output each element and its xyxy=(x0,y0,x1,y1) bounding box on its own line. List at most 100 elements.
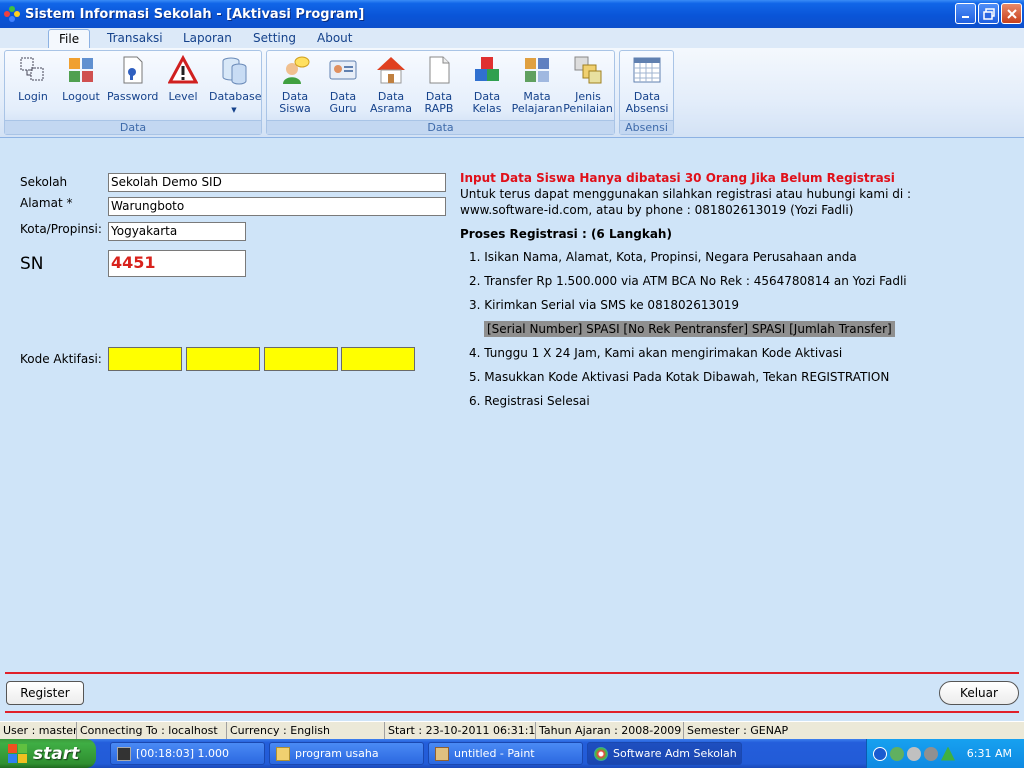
house-icon xyxy=(376,55,406,85)
chevron-left-icon[interactable] xyxy=(873,746,887,761)
step-6: 6. Registrasi Selesai xyxy=(469,394,590,408)
restore-button[interactable] xyxy=(978,3,999,24)
jenis-penilaian-line2: Penilaian xyxy=(563,102,613,115)
data-asrama-button[interactable]: Data Asrama xyxy=(367,55,415,115)
data-absensi-button[interactable]: Data Absensi xyxy=(625,55,669,115)
alamat-input[interactable]: Warungboto xyxy=(108,197,446,216)
login-icon xyxy=(18,55,48,85)
restore-icon xyxy=(982,7,995,20)
minimize-button[interactable] xyxy=(955,3,976,24)
login-button[interactable]: Login xyxy=(13,55,53,103)
tab-about[interactable]: About xyxy=(307,29,362,48)
kode-aktifasi-input-1[interactable] xyxy=(108,347,182,371)
ribbon-group-label: Data xyxy=(5,120,261,134)
contact-line-1: Untuk terus dapat menggunakan silahkan r… xyxy=(460,187,912,201)
close-button[interactable] xyxy=(1001,3,1022,24)
status-bar: User : master Connecting To : localhost … xyxy=(0,721,1024,740)
taskbar-item-label: Software Adm Sekolah xyxy=(613,747,737,760)
ribbon-group-data-system: Login Logout Password Level Database ▼ D… xyxy=(4,50,262,135)
ribbon-tab-strip: File Transaksi Laporan Setting About xyxy=(0,28,1024,48)
ribbon-group-label: Absensi xyxy=(620,120,673,134)
status-start: Start : 23-10-2011 06:31:18 xyxy=(385,722,536,740)
registration-info: Input Data Siswa Hanya dibatasi 30 Orang… xyxy=(460,170,1000,242)
folder-icon xyxy=(276,746,290,761)
teacher-card-icon xyxy=(328,55,358,85)
kode-aktifasi-label: Kode Aktifasi: xyxy=(20,352,102,366)
kota-label: Kota/Propinsi: xyxy=(20,222,102,236)
register-button[interactable]: Register xyxy=(6,681,84,705)
data-rapb-line2: RAPB xyxy=(424,102,454,115)
data-siswa-line2: Siswa xyxy=(279,102,311,115)
data-rapb-button[interactable]: Data RAPB xyxy=(419,55,459,115)
app-icon xyxy=(594,746,608,761)
data-guru-button[interactable]: Data Guru xyxy=(321,55,365,115)
taskbar-item-label: [00:18:03] 1.000 xyxy=(136,747,229,760)
kode-aktifasi-input-2[interactable] xyxy=(186,347,260,371)
close-icon xyxy=(1006,8,1017,19)
network-icon[interactable] xyxy=(890,746,904,761)
triangle-icon[interactable] xyxy=(941,746,955,761)
data-guru-line2: Guru xyxy=(329,102,357,115)
ribbon-group-absensi: Data Absensi Absensi xyxy=(619,50,674,135)
window-title: Sistem Informasi Sekolah - [Aktivasi Pro… xyxy=(25,6,365,22)
data-kelas-button[interactable]: Data Kelas xyxy=(467,55,507,115)
kode-aktifasi-input-4[interactable] xyxy=(341,347,415,371)
contact-line-2: www.software-id.com, atau by phone : 081… xyxy=(460,203,854,217)
trial-warning: Input Data Siswa Hanya dibatasi 30 Orang… xyxy=(460,171,895,185)
tab-file[interactable]: File xyxy=(48,29,91,48)
grading-icon xyxy=(573,55,603,85)
taskbar-item-paint[interactable]: untitled - Paint xyxy=(428,742,583,765)
sms-format: [Serial Number] SPASI [No Rek Pentransfe… xyxy=(484,321,895,337)
level-label: Level xyxy=(168,90,198,103)
kode-aktifasi-input-3[interactable] xyxy=(264,347,338,371)
data-absensi-line2: Absensi xyxy=(625,102,669,115)
clock[interactable]: 6:31 AM xyxy=(967,747,1012,760)
start-button[interactable]: start xyxy=(0,739,96,768)
console-icon xyxy=(117,746,131,761)
tab-setting[interactable]: Setting xyxy=(243,29,306,48)
status-connection: Connecting To : localhost xyxy=(77,722,227,740)
sekolah-input[interactable]: Sekolah Demo SID xyxy=(108,173,446,192)
logout-label: Logout xyxy=(62,90,100,103)
warning-triangle-icon xyxy=(167,54,199,85)
mata-pelajaran-line2: Pelajaran xyxy=(511,102,563,115)
taskbar-item-program-usaha[interactable]: program usaha xyxy=(269,742,424,765)
cubes-icon xyxy=(472,55,502,85)
paint-icon xyxy=(435,746,449,761)
calendar-grid-icon xyxy=(632,55,662,85)
status-semester: Semester : GENAP xyxy=(687,724,789,737)
windows-flag-icon xyxy=(8,743,28,764)
taskbar-item-software-adm[interactable]: Software Adm Sekolah xyxy=(587,742,742,765)
logout-icon xyxy=(66,55,96,85)
status-user: User : master xyxy=(0,722,77,740)
sn-input[interactable]: 4451 xyxy=(108,250,246,277)
tab-laporan[interactable]: Laporan xyxy=(173,29,242,48)
status-tahun-ajaran: Tahun Ajaran : 2008-2009 xyxy=(536,722,684,740)
tab-transaksi[interactable]: Transaksi xyxy=(97,29,173,48)
title-bar[interactable]: Sistem Informasi Sekolah - [Aktivasi Pro… xyxy=(0,0,1024,28)
mata-pelajaran-button[interactable]: Mata Pelajaran xyxy=(511,55,563,115)
data-siswa-button[interactable]: Data Siswa xyxy=(273,55,317,115)
logout-button[interactable]: Logout xyxy=(61,55,101,103)
steps-title: Proses Registrasi : (6 Langkah) xyxy=(460,227,672,241)
login-label: Login xyxy=(18,90,48,103)
chevron-down-icon: ▼ xyxy=(231,106,237,114)
database-icon xyxy=(219,55,249,85)
bottom-separator xyxy=(5,711,1019,713)
kota-input[interactable]: Yogyakarta xyxy=(108,222,246,241)
ribbon: Login Logout Password Level Database ▼ D… xyxy=(0,48,1024,138)
step-5: 5. Masukkan Kode Aktivasi Pada Kotak Dib… xyxy=(469,370,890,384)
subjects-icon xyxy=(522,55,552,85)
taskbar-item-timer[interactable]: [00:18:03] 1.000 xyxy=(110,742,265,765)
system-tray: 6:31 AM xyxy=(866,739,1024,768)
drive-icon[interactable] xyxy=(907,746,921,761)
keluar-button[interactable]: Keluar xyxy=(939,681,1019,705)
level-button[interactable]: Level xyxy=(163,54,203,103)
password-button[interactable]: Password xyxy=(107,55,158,103)
database-button[interactable]: Database ▼ xyxy=(209,55,262,116)
step-2: 2. Transfer Rp 1.500.000 via ATM BCA No … xyxy=(469,274,907,288)
speaker-icon[interactable] xyxy=(924,746,938,761)
start-label: start xyxy=(33,743,80,764)
data-asrama-line2: Asrama xyxy=(370,102,412,115)
jenis-penilaian-button[interactable]: Jenis Penilaian xyxy=(563,55,613,115)
